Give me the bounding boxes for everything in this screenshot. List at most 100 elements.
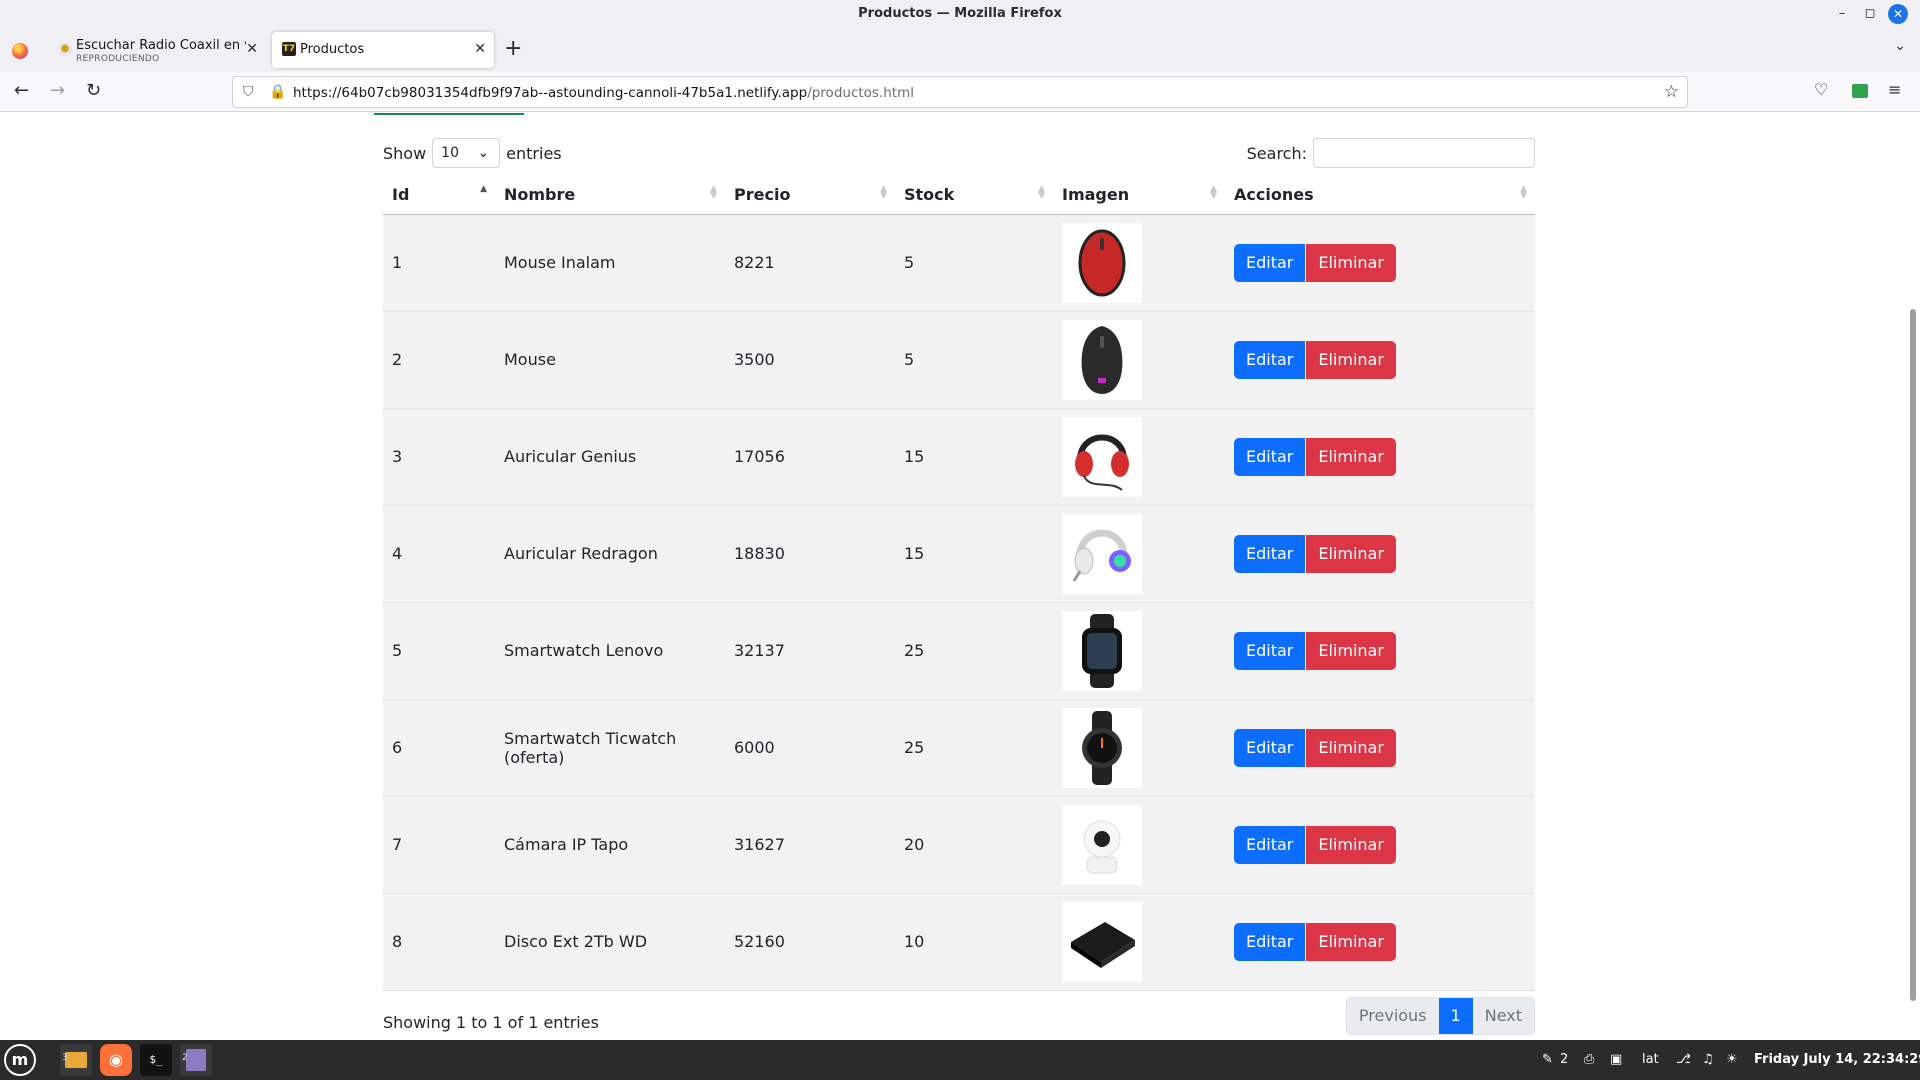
radio-favicon-icon: ● [58,42,72,56]
cell-acciones: Editar Eliminar [1225,408,1535,506]
taskbar: m 3 ◉ $_ 2 ✎ 2 ⎙ ▣ lat ⎇ ♫ ☀ Friday July… [0,1040,1920,1080]
forward-icon[interactable]: → [50,80,65,101]
column-header-precio[interactable]: Precio ▲ ▼ [725,176,895,215]
reload-icon[interactable]: ↻ [86,80,101,101]
cell-imagen [1053,214,1225,312]
cell-acciones: Editar Eliminar [1225,796,1535,894]
edit-button[interactable]: Editar [1234,534,1306,573]
table-row: 2 Mouse 3500 5 Editar Eliminar [383,311,1535,409]
lock-icon[interactable]: 🔒 [269,84,286,100]
close-window-icon[interactable]: ✕ [1888,4,1908,24]
cell-imagen [1053,408,1225,506]
clipboard-icon[interactable]: ▣ [1610,1052,1622,1067]
clock[interactable]: Friday July 14, 22:34:29 [1754,1052,1920,1067]
edit-button[interactable]: Editar [1234,340,1306,379]
cell-id: 8 [383,893,495,991]
cell-id: 7 [383,796,495,894]
delete-button[interactable]: Eliminar [1306,728,1396,767]
delete-button[interactable]: Eliminar [1306,340,1396,379]
bookmark-star-icon[interactable]: ☆ [1664,82,1679,102]
previous-button[interactable]: Previous [1346,998,1439,1034]
column-header-nombre[interactable]: Nombre ▲ ▼ [495,176,725,215]
window-title: Productos — Mozilla Firefox [858,6,1062,21]
next-button[interactable]: Next [1472,998,1534,1034]
nav-bar: ← → ↻ ⛉ 🔒 https://64b07cb98031354dfb9f97… [0,72,1920,112]
delete-button[interactable]: Eliminar [1306,437,1396,476]
cell-precio: 6000 [725,699,895,797]
column-header-acciones[interactable]: Acciones ▲ ▼ [1225,176,1535,215]
product-image [1062,610,1142,691]
url-text[interactable]: https://64b07cb98031354dfb9f97ab--astoun… [293,85,914,101]
menu-icon[interactable]: ≡ [1888,80,1901,99]
table-row: 3 Auricular Genius 17056 15 Editar Eliminar [383,408,1535,506]
sound-icon[interactable]: ♫ [1702,1052,1714,1067]
brightness-icon[interactable]: ☀ [1726,1052,1738,1067]
tab-productos[interactable]: T7 Productos ✕ [272,32,494,68]
table-row: 1 Mouse Inalam 8221 5 Editar Eliminar [383,214,1535,312]
nav-underline [374,113,524,115]
entries-select-value: 10 [441,145,459,161]
cell-imagen [1053,796,1225,894]
column-header-id[interactable]: Id ▲ [383,176,495,215]
edit-button[interactable]: Editar [1234,437,1306,476]
extension-icon[interactable] [1852,84,1868,98]
tab-close-icon[interactable]: ✕ [246,41,258,57]
cell-stock: 15 [895,505,1053,603]
pocket-icon[interactable]: ♡ [1814,80,1828,99]
minimize-icon[interactable]: – [1832,4,1852,24]
productos-favicon-icon: T7 [282,42,296,56]
delete-button[interactable]: Eliminar [1306,243,1396,282]
edit-button[interactable]: Editar [1234,922,1306,961]
tab-radio[interactable]: ● Escuchar Radio Coaxil en vivo REPRODUC… [48,32,266,68]
show-label: Show [383,143,427,163]
table-row: 6 Smartwatch Ticwatch (oferta) 6000 25 Edita… [383,699,1535,797]
url-bar[interactable]: ⛉ 🔒 https://64b07cb98031354dfb9f97ab--as… [232,76,1688,108]
delete-button[interactable]: Eliminar [1306,922,1396,961]
tracking-shield-icon[interactable]: ⛉ [243,84,254,100]
page-1-button[interactable]: 1 [1438,998,1473,1034]
cell-id: 3 [383,408,495,506]
entries-select[interactable]: 10 ⌄ [432,138,501,168]
text-editor-icon[interactable]: 2 [180,1044,212,1076]
keyboard-layout[interactable]: lat [1642,1052,1659,1067]
cell-precio: 18830 [725,505,895,603]
cell-stock: 25 [895,699,1053,797]
back-icon[interactable]: ← [14,80,29,101]
delete-button[interactable]: Eliminar [1306,825,1396,864]
entries-length-control: Show 10 ⌄ entries [383,138,562,168]
list-all-tabs-icon[interactable]: ⌄ [1894,38,1906,54]
tray-count: 2 [1560,1052,1569,1067]
new-tab-icon[interactable]: + [504,36,522,61]
edit-button[interactable]: Editar [1234,825,1306,864]
products-table: Id ▲ Nombre ▲ ▼ Precio ▲ ▼ Stock ▲ ▼ Imagen ▲ ▼ A… [383,176,1535,991]
column-header-imagen[interactable]: Imagen ▲ ▼ [1053,176,1225,215]
edit-button[interactable]: Editar [1234,631,1306,670]
scrollbar-thumb[interactable] [1910,309,1916,1001]
table-row: 7 Cámara IP Tapo 31627 20 Editar Eliminar [383,796,1535,894]
mint-menu-icon[interactable]: m [4,1044,36,1076]
printer-icon[interactable]: ⎙ [1584,1052,1594,1067]
update-icon[interactable]: ✎ [1542,1052,1553,1067]
terminal-icon[interactable]: $_ [140,1044,172,1076]
cell-precio: 3500 [725,311,895,409]
cell-nombre: Smartwatch Lenovo [495,602,725,700]
text-editor-badge: 2 [182,1053,188,1063]
edit-button[interactable]: Editar [1234,243,1306,282]
cell-id: 6 [383,699,495,797]
cell-imagen [1053,505,1225,603]
column-header-stock[interactable]: Stock ▲ ▼ [895,176,1053,215]
file-manager-icon[interactable]: 3 [60,1044,92,1076]
page-scrollbar[interactable] [1906,113,1920,1040]
maximize-icon[interactable]: ◻ [1860,4,1880,24]
firefox-taskbar-icon[interactable]: ◉ [100,1044,132,1076]
delete-button[interactable]: Eliminar [1306,534,1396,573]
cell-precio: 31627 [725,796,895,894]
sort-icon: ▲ ▼ [1210,184,1217,201]
search-input[interactable] [1313,138,1535,168]
firefox-logo-icon[interactable] [12,43,28,59]
network-icon[interactable]: ⎇ [1676,1052,1691,1067]
edit-button[interactable]: Editar [1234,728,1306,767]
tab-close-icon[interactable]: ✕ [474,41,486,57]
cell-acciones: Editar Eliminar [1225,602,1535,700]
delete-button[interactable]: Eliminar [1306,631,1396,670]
